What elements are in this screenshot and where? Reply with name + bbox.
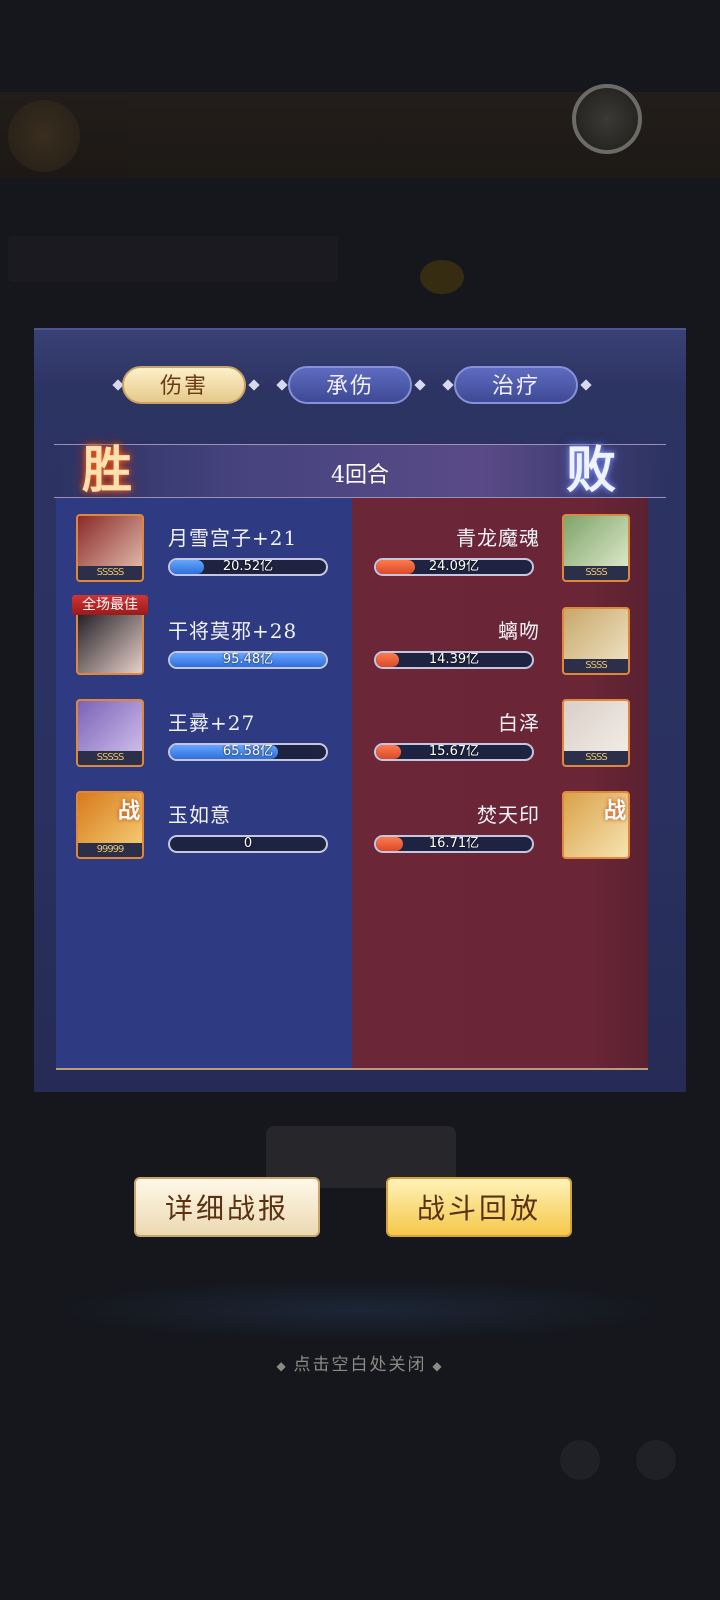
right-hero-name: 焚天印 (477, 803, 540, 827)
tab-divider-icon (442, 379, 454, 391)
close-hint-text: 点击空白处关闭 (293, 1355, 427, 1375)
damage-value: 20.52亿 (222, 559, 274, 574)
damage-value: 16.71亿 (428, 836, 480, 851)
damage-value: 95.48亿 (222, 652, 274, 667)
left-hero-name: 月雪宫子+21 (168, 526, 298, 550)
right-team-panel (352, 498, 648, 1070)
victory-mark: 胜 (82, 440, 132, 499)
right-hero-name: 青龙魔魂 (456, 526, 540, 550)
background-corner-icon (560, 1440, 600, 1480)
damage-value: 65.58亿 (222, 744, 274, 759)
close-hint[interactable]: ◆ 点击空白处关闭 ◆ (0, 1350, 720, 1375)
left-hero-name: 玉如意 (168, 803, 231, 827)
tab-damage[interactable]: 伤害 (122, 366, 246, 404)
damage-value: 14.39亿 (428, 652, 480, 667)
background-coin-icon (420, 260, 464, 294)
defeat-mark: 败 (566, 440, 616, 499)
right-damage-bar: 24.09亿 (374, 558, 534, 576)
left-hero-portrait[interactable]: SSSSS (76, 699, 144, 767)
tab-divider-icon (276, 379, 288, 391)
background-emblem (8, 100, 80, 172)
star-rank: SSSS (564, 659, 628, 673)
diamond-icon: ◆ (426, 1359, 444, 1373)
damage-value: 24.09亿 (428, 559, 480, 574)
left-hero-name: 王彛+27 (168, 711, 256, 735)
left-hero-portrait[interactable] (76, 607, 144, 675)
right-hero-portrait[interactable]: SSSS (562, 607, 630, 675)
right-damage-bar: 15.67亿 (374, 743, 534, 761)
star-rank: SSSS (564, 751, 628, 765)
star-rank: SSSSS (78, 566, 142, 580)
right-hero-portrait[interactable]: SSSS (562, 514, 630, 582)
tab-healing[interactable]: 治疗 (454, 366, 578, 404)
left-hero-portrait[interactable]: SSSSS (76, 514, 144, 582)
background-info-strip (8, 236, 338, 282)
background-corner-icon (636, 1440, 676, 1480)
background-glow (60, 1280, 660, 1340)
right-damage-bar: 16.71亿 (374, 835, 534, 853)
background-player-avatar (572, 84, 642, 154)
battle-badge-icon: 战 (117, 799, 140, 824)
battle-stats-panel: 伤害 承伤 治疗 4回合 胜 败 SSSSS 月雪宫子+21 20.52亿 全场最佳干… (34, 328, 686, 1092)
damage-value: 0 (243, 836, 253, 851)
tab-divider-icon (414, 379, 426, 391)
right-hero-portrait[interactable]: SSSS (562, 699, 630, 767)
left-team-panel (56, 498, 352, 1070)
right-hero-name: 螭吻 (498, 619, 540, 643)
left-damage-bar: 65.58亿 (168, 743, 328, 761)
tab-divider-icon (248, 379, 260, 391)
left-damage-bar: 0 (168, 835, 328, 853)
detailed-report-button[interactable]: 详细战报 (134, 1177, 320, 1237)
left-hero-name: 干将莫邪+28 (168, 619, 298, 643)
battle-badge-icon: 战 (603, 799, 626, 824)
star-rank: 99999 (78, 843, 142, 857)
left-hero-portrait[interactable]: 99999 战 (76, 791, 144, 859)
star-rank: SSSSS (78, 751, 142, 765)
panel-divider (56, 1068, 648, 1070)
mvp-tag: 全场最佳 (72, 595, 148, 615)
tab-divider-icon (580, 379, 592, 391)
left-damage-bar: 95.48亿 (168, 651, 328, 669)
diamond-icon: ◆ (276, 1359, 294, 1373)
battle-replay-button[interactable]: 战斗回放 (386, 1177, 572, 1237)
tab-damage-taken[interactable]: 承伤 (288, 366, 412, 404)
star-rank: SSSS (564, 566, 628, 580)
right-hero-name: 白泽 (498, 711, 540, 735)
left-damage-bar: 20.52亿 (168, 558, 328, 576)
right-damage-bar: 14.39亿 (374, 651, 534, 669)
stat-tabs: 伤害 承伤 治疗 (34, 366, 686, 406)
right-hero-portrait[interactable]: 战 (562, 791, 630, 859)
damage-value: 15.67亿 (428, 744, 480, 759)
